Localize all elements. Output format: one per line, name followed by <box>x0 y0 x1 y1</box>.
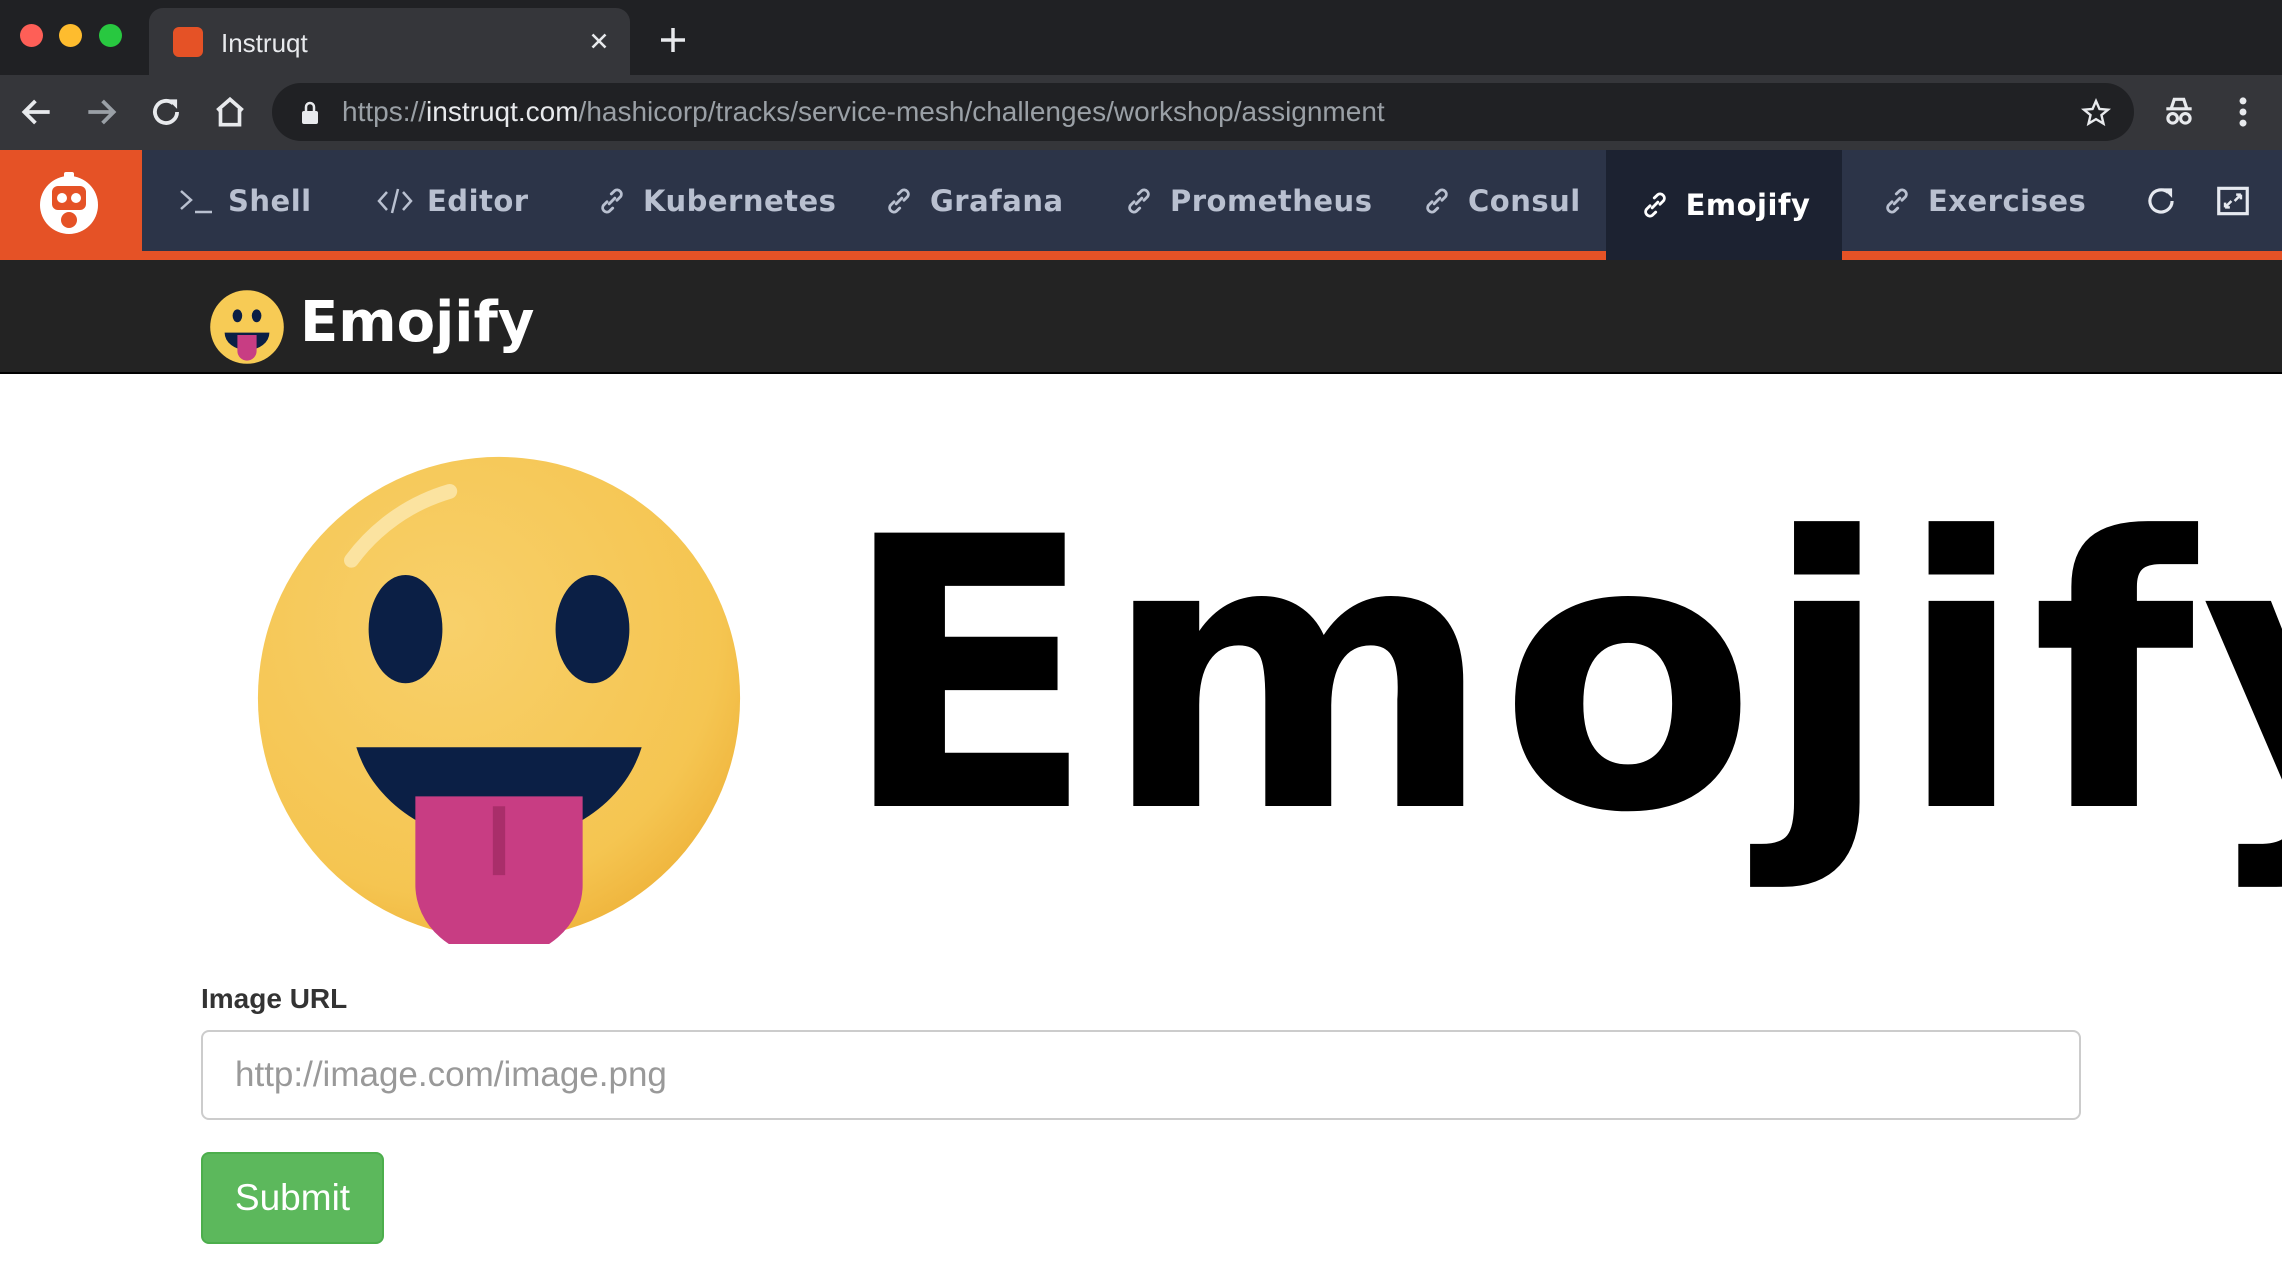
link-icon <box>888 188 910 213</box>
instruqt-tab-bar: Shell Editor Kubernetes Grafana Promethe… <box>0 150 2282 260</box>
tab-emojify[interactable]: Emojify <box>1606 150 1842 260</box>
tab-shell-label: Shell <box>228 183 312 218</box>
image-url-label: Image URL <box>201 983 348 1014</box>
tab-emojify-label: Emojify <box>1685 188 1811 222</box>
browser-toolbar: https://instruqt.com/hashicorp/tracks/se… <box>0 75 2282 150</box>
image-url-input[interactable] <box>201 1030 2081 1120</box>
lock-icon <box>302 101 318 124</box>
link-icon <box>1643 192 1666 218</box>
tab-exercises[interactable]: Exercises <box>1880 150 2086 251</box>
link-icon <box>1426 188 1448 213</box>
plus-icon[interactable] <box>657 24 689 56</box>
star-icon[interactable] <box>2080 97 2112 129</box>
tab-prometheus-label: Prometheus <box>1170 183 1373 218</box>
instruqt-logo[interactable] <box>0 150 142 260</box>
tab-consul-label: Consul <box>1468 183 1581 218</box>
link-icon <box>601 188 623 213</box>
url-text: https://instruqt.com/hashicorp/tracks/se… <box>342 96 1385 128</box>
browser-tab[interactable]: Instruqt <box>149 8 630 75</box>
window-close-button[interactable] <box>20 24 43 47</box>
submit-button[interactable]: Submit <box>201 1152 384 1244</box>
back-icon[interactable] <box>18 93 56 131</box>
tab-bar-accent-line <box>0 251 2282 260</box>
hero-title: Emojify <box>840 459 2282 895</box>
terminal-icon <box>180 189 212 213</box>
code-icon <box>377 188 413 213</box>
address-bar[interactable]: https://instruqt.com/hashicorp/tracks/se… <box>272 83 2134 141</box>
tab-editor-label: Editor <box>427 183 529 218</box>
app-header: Emojify <box>0 260 2282 374</box>
tab-grafana[interactable]: Grafana <box>882 150 1064 251</box>
instruqt-favicon-icon <box>173 27 203 57</box>
fullscreen-icon[interactable] <box>2214 182 2252 220</box>
url-scheme: https:// <box>342 96 427 127</box>
forward-icon[interactable] <box>82 93 120 131</box>
reload-icon[interactable] <box>147 93 185 131</box>
tongue-emoji-icon <box>257 456 741 944</box>
tab-exercises-label: Exercises <box>1928 183 2087 218</box>
link-icon <box>1886 188 1908 213</box>
browser-titlebar: Instruqt <box>0 0 2282 75</box>
tab-prometheus[interactable]: Prometheus <box>1122 150 1372 251</box>
window-maximize-button[interactable] <box>99 24 122 47</box>
more-icon[interactable] <box>2224 93 2262 131</box>
refresh-icon[interactable] <box>2142 182 2180 220</box>
tab-kubernetes-label: Kubernetes <box>643 183 837 218</box>
tab-grafana-label: Grafana <box>930 183 1064 218</box>
tongue-emoji-icon <box>210 290 284 364</box>
incognito-icon[interactable] <box>2160 93 2198 131</box>
window-minimize-button[interactable] <box>59 24 82 47</box>
url-host: instruqt.com <box>426 96 579 127</box>
link-icon <box>1128 188 1150 213</box>
tab-consul[interactable]: Consul <box>1420 150 1581 251</box>
tab-editor[interactable]: Editor <box>377 150 529 251</box>
close-icon[interactable] <box>586 28 612 54</box>
tab-kubernetes[interactable]: Kubernetes <box>595 150 836 251</box>
instruqt-robot-icon <box>40 172 98 234</box>
url-path: /hashicorp/tracks/service-mesh/challenge… <box>578 96 1385 127</box>
app-header-title: Emojify <box>300 290 535 355</box>
tab-shell[interactable]: Shell <box>178 150 312 251</box>
home-icon[interactable] <box>211 93 249 131</box>
tab-title: Instruqt <box>221 28 308 58</box>
